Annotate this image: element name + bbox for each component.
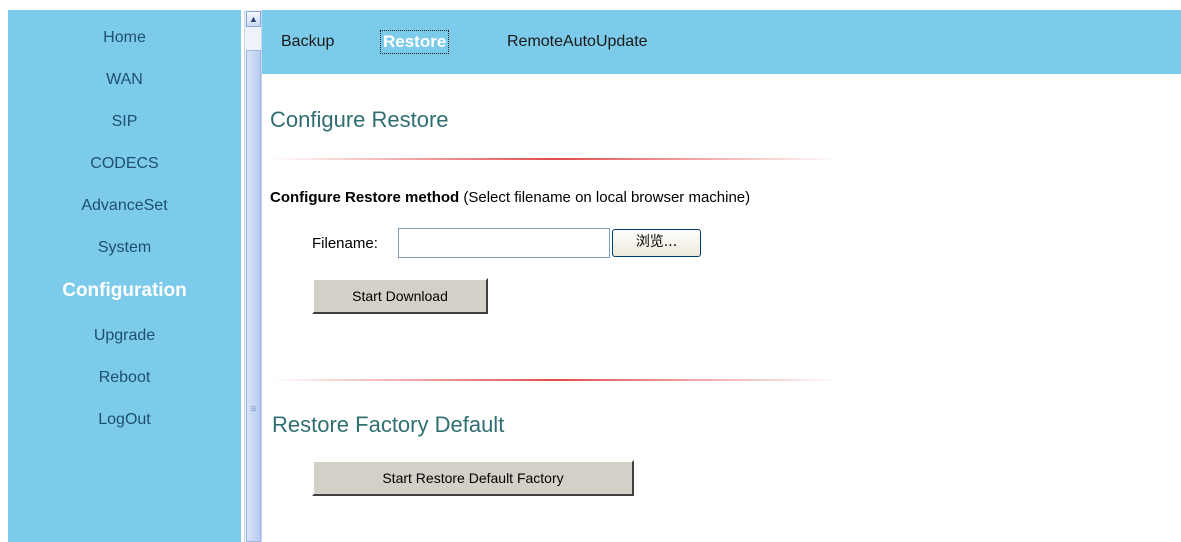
scroll-up-arrow-icon[interactable]: ▲ bbox=[246, 11, 261, 27]
scroll-thumb[interactable]: ≡ bbox=[246, 50, 261, 542]
nav-wan[interactable]: WAN bbox=[8, 70, 241, 90]
nav-logout[interactable]: LogOut bbox=[8, 410, 241, 430]
section-divider bbox=[270, 379, 840, 381]
filename-input[interactable] bbox=[398, 228, 610, 258]
restore-method-label: Configure Restore method bbox=[270, 189, 460, 206]
start-download-button[interactable]: Start Download bbox=[312, 278, 488, 314]
nav-reboot[interactable]: Reboot bbox=[8, 368, 241, 388]
configure-restore-title: Configure Restore bbox=[270, 107, 449, 132]
restore-factory-default-button[interactable]: Start Restore Default Factory bbox=[312, 460, 634, 496]
filename-label: Filename: bbox=[312, 235, 378, 252]
restore-method-line: Configure Restore method (Select filenam… bbox=[270, 188, 750, 208]
grip-icon: ≡ bbox=[250, 404, 257, 415]
tab-remoteautoupdate[interactable]: RemoteAutoUpdate bbox=[507, 31, 648, 53]
nav-configuration[interactable]: Configuration bbox=[8, 281, 241, 301]
tab-backup[interactable]: Backup bbox=[281, 31, 334, 53]
frame-scrollbar[interactable]: ▲ ≡ bbox=[244, 10, 262, 542]
section-divider bbox=[270, 158, 840, 160]
restore-factory-default-title: Restore Factory Default bbox=[272, 412, 505, 437]
sidebar-nav: Home WAN SIP CODECS AdvanceSet System Co… bbox=[8, 10, 241, 542]
nav-codecs[interactable]: CODECS bbox=[8, 154, 241, 174]
nav-home[interactable]: Home bbox=[8, 28, 241, 48]
browse-button[interactable]: 浏览... bbox=[612, 229, 701, 257]
tab-restore[interactable]: Restore bbox=[379, 30, 450, 54]
tab-bar: Backup Restore RemoteAutoUpdate bbox=[262, 10, 1181, 74]
nav-sip[interactable]: SIP bbox=[8, 112, 241, 132]
restore-method-note: (Select filename on local browser machin… bbox=[459, 189, 751, 206]
nav-upgrade[interactable]: Upgrade bbox=[8, 326, 241, 346]
nav-system[interactable]: System bbox=[8, 238, 241, 258]
nav-advanceset[interactable]: AdvanceSet bbox=[8, 196, 241, 216]
